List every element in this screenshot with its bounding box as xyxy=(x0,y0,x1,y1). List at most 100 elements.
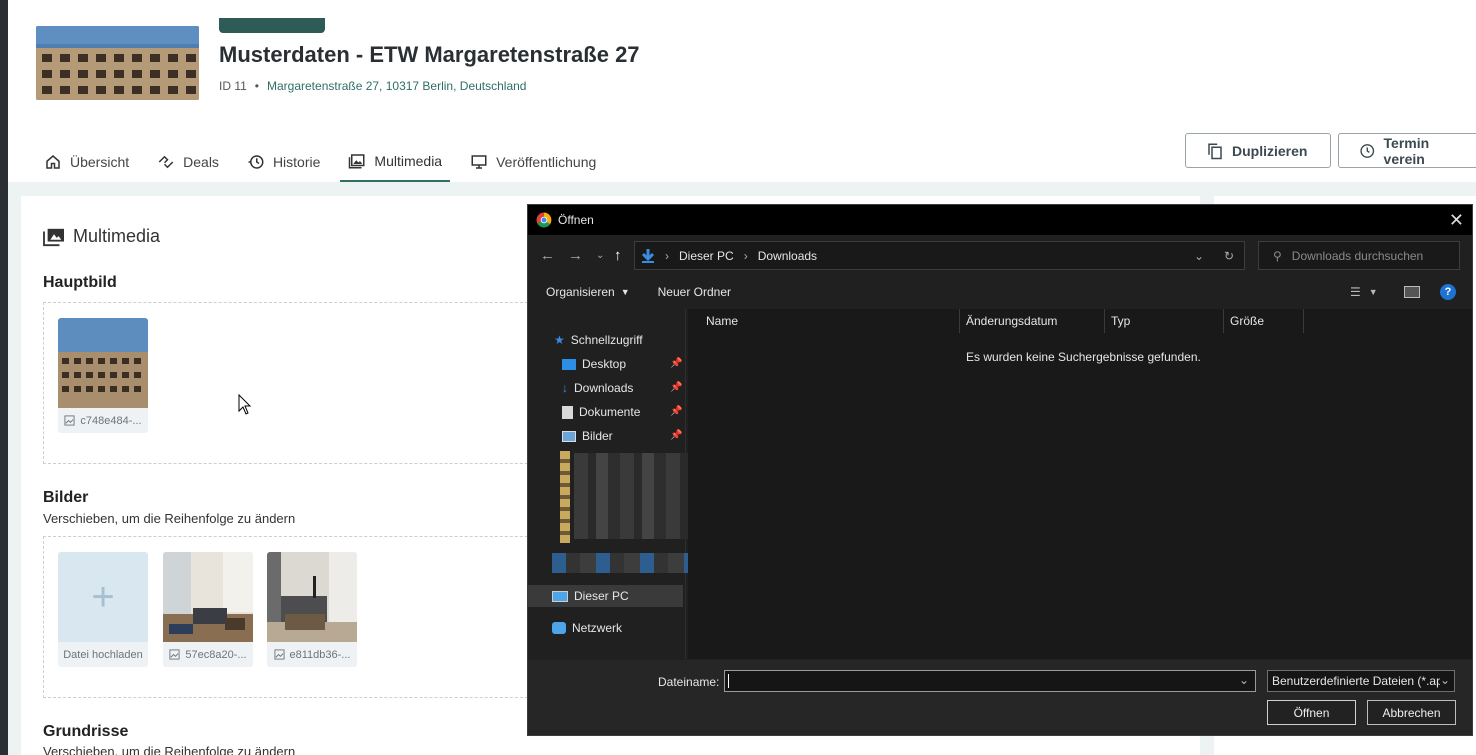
dialog-title: Öffnen xyxy=(558,213,594,227)
help-icon[interactable]: ? xyxy=(1440,284,1456,300)
filename-input[interactable]: ⌄ xyxy=(724,670,1256,692)
caret-down-icon: ▼ xyxy=(620,287,630,297)
column-type[interactable]: Typ xyxy=(1105,309,1224,333)
close-icon[interactable]: ✕ xyxy=(1449,210,1464,231)
clock-icon xyxy=(1360,143,1375,158)
tab-overview[interactable]: Übersicht xyxy=(36,142,137,182)
download-folder-icon xyxy=(641,248,655,263)
nav-label: Bilder xyxy=(582,429,613,443)
nav-desktop[interactable]: Desktop xyxy=(562,353,626,375)
redacted-drive xyxy=(552,553,688,573)
view-options-button[interactable]: ☰ ▼ xyxy=(1350,285,1378,299)
column-size[interactable]: Größe xyxy=(1224,309,1304,333)
file-caption: c748e484-... xyxy=(58,408,148,433)
image-file-icon xyxy=(169,649,180,660)
plus-icon: + xyxy=(58,552,148,642)
refresh-icon[interactable]: ↻ xyxy=(1224,249,1234,263)
search-input[interactable]: ⚲ Downloads durchsuchen xyxy=(1258,241,1460,270)
chevron-down-icon[interactable]: ⌄ xyxy=(1239,673,1249,687)
hauptbild-heading: Hauptbild xyxy=(43,274,117,291)
text-caret xyxy=(728,674,729,688)
nav-label: Dokumente xyxy=(579,405,641,419)
property-id: ID 11 xyxy=(219,79,247,93)
bilder-hint: Verschieben, um die Reihenfolge zu änder… xyxy=(43,511,296,526)
open-file-dialog: Öffnen ✕ ← → ⌄ ↑ › Dieser PC › Downloads… xyxy=(527,204,1473,736)
nav-pictures[interactable]: Bilder xyxy=(562,425,613,447)
search-placeholder: Downloads durchsuchen xyxy=(1291,248,1424,263)
property-address[interactable]: Margaretenstraße 27, 10317 Berlin, Deuts… xyxy=(267,79,526,93)
duplicate-label: Duplizieren xyxy=(1232,142,1308,159)
cancel-button[interactable]: Abbrechen xyxy=(1367,700,1456,725)
dialog-titlebar[interactable]: Öffnen ✕ xyxy=(528,205,1472,235)
nav-quick-access[interactable]: ★ Schnellzugriff xyxy=(554,329,643,351)
property-thumbnail xyxy=(36,26,199,100)
file-name: e811db36-... xyxy=(289,648,351,661)
breadcrumb-downloads[interactable]: Downloads xyxy=(758,249,817,263)
grundrisse-heading: Grundrisse xyxy=(43,723,129,740)
nav-documents[interactable]: Dokumente xyxy=(562,401,640,423)
nav-network[interactable]: Netzwerk xyxy=(552,617,622,639)
section-title: Multimedia xyxy=(43,226,160,247)
column-modified[interactable]: Änderungsdatum xyxy=(960,309,1105,333)
bilder-tile[interactable]: 57ec8a20-... xyxy=(163,552,253,667)
tab-bar: Übersicht Deals Historie Multimedia Verö… xyxy=(36,142,616,182)
pin-icon: 📌 xyxy=(670,406,683,417)
home-icon xyxy=(46,155,60,169)
chrome-icon xyxy=(536,212,552,228)
upload-tile[interactable]: + Datei hochladen xyxy=(58,552,148,667)
monitor-icon xyxy=(471,155,487,169)
nav-label: Desktop xyxy=(582,357,627,371)
navigation-pane: ★ Schnellzugriff Desktop 📌 ↓ Downloads 📌… xyxy=(528,309,688,659)
chevron-down-icon[interactable]: ⌄ xyxy=(1194,249,1204,263)
star-icon: ★ xyxy=(554,333,565,347)
duplicate-button[interactable]: Duplizieren xyxy=(1185,133,1331,168)
bilder-tile[interactable]: e811db36-... xyxy=(267,552,357,667)
filetype-select[interactable]: Benutzerdefinierte Dateien (*.ap ⌄ xyxy=(1267,670,1455,692)
tab-history[interactable]: Historie xyxy=(239,142,328,182)
chevron-right-icon: › xyxy=(665,248,669,263)
left-edge-strip xyxy=(0,0,8,755)
pictures-icon xyxy=(562,430,576,442)
new-folder-button[interactable]: Neuer Ordner xyxy=(644,285,745,299)
tab-label: Veröffentlichung xyxy=(496,154,597,170)
history-icon xyxy=(248,155,264,169)
organize-button[interactable]: Organisieren ▼ xyxy=(528,285,644,299)
command-bar: Organisieren ▼ Neuer Ordner ☰ ▼ ? xyxy=(528,277,1472,307)
preview-pane-icon[interactable] xyxy=(1404,286,1420,298)
tab-deals[interactable]: Deals xyxy=(149,142,227,182)
room-image xyxy=(163,552,253,642)
organize-label: Organisieren xyxy=(546,285,615,299)
pin-icon: 📌 xyxy=(670,382,683,393)
column-label: Typ xyxy=(1111,314,1131,328)
file-caption: 57ec8a20-... xyxy=(163,642,253,667)
bilder-heading: Bilder xyxy=(43,489,89,506)
file-name: c748e484-... xyxy=(80,414,142,427)
schedule-button[interactable]: Termin verein xyxy=(1338,133,1476,168)
tab-publication[interactable]: Veröffentlichung xyxy=(462,142,604,182)
computer-icon xyxy=(552,590,568,602)
section-title-label: Multimedia xyxy=(73,226,161,246)
nav-downloads[interactable]: ↓ Downloads xyxy=(562,377,633,399)
images-icon xyxy=(349,154,365,169)
chevron-right-icon: › xyxy=(743,248,748,263)
page-title: Musterdaten - ETW Margaretenstraße 27 xyxy=(219,42,640,67)
tab-multimedia[interactable]: Multimedia xyxy=(340,142,451,182)
address-row: ← → ⌄ ↑ › Dieser PC › Downloads ⌄ ↻ ⚲ Do… xyxy=(528,239,1472,271)
nav-this-pc[interactable]: Dieser PC xyxy=(552,585,629,607)
address-bar[interactable]: › Dieser PC › Downloads ⌄ ↻ xyxy=(634,241,1245,270)
file-caption: e811db36-... xyxy=(267,642,357,667)
desktop-icon xyxy=(562,358,576,370)
history-dropdown-icon[interactable]: ⌄ xyxy=(596,250,604,261)
nav-label: Schnellzugriff xyxy=(570,333,643,347)
column-name[interactable]: Name xyxy=(688,309,960,333)
open-button[interactable]: Öffnen xyxy=(1267,700,1356,725)
tab-label: Deals xyxy=(183,154,219,170)
open-label: Öffnen xyxy=(1293,705,1330,720)
network-icon xyxy=(552,622,566,634)
forward-arrow-icon[interactable]: → xyxy=(568,247,583,264)
up-arrow-icon[interactable]: ↑ xyxy=(614,247,622,264)
redacted-folders xyxy=(560,451,688,543)
hauptbild-tile[interactable]: c748e484-... xyxy=(58,318,148,433)
breadcrumb-this-pc[interactable]: Dieser PC xyxy=(679,249,734,263)
back-arrow-icon[interactable]: ← xyxy=(540,247,555,264)
